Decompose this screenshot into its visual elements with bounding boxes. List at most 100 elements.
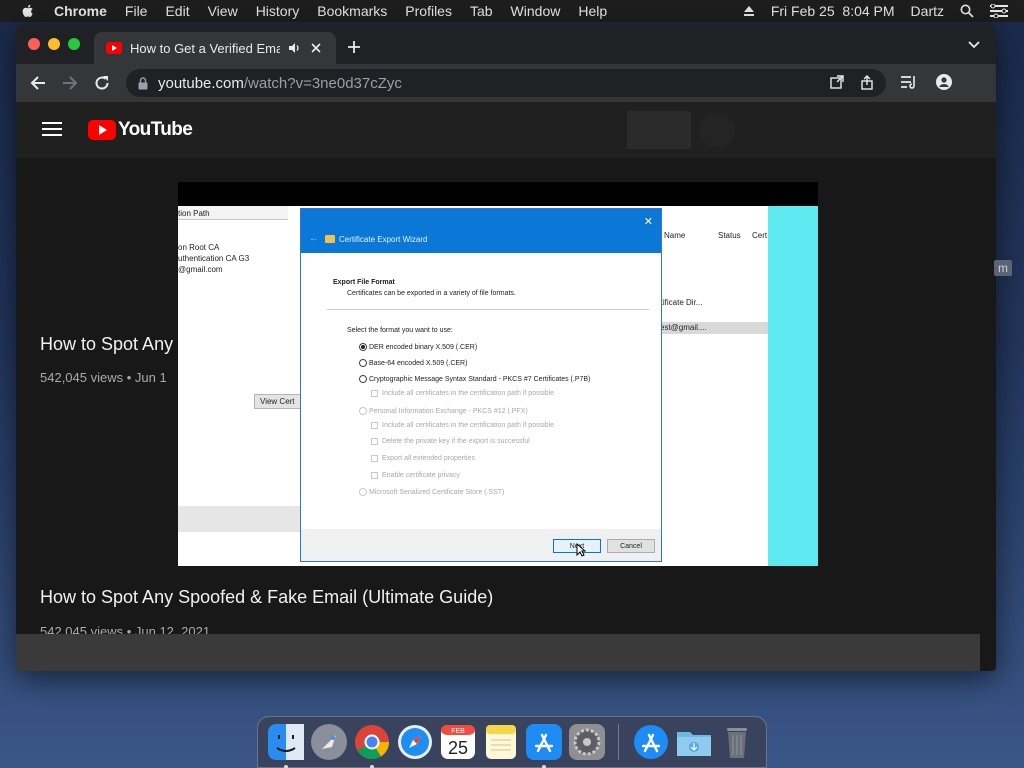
dock-separator <box>618 724 619 760</box>
background-video-meta: 542,045 views • Jun 1 <box>40 370 167 385</box>
menu-tab[interactable]: Tab <box>470 3 493 19</box>
wizard-cancel-button: Cancel <box>607 539 655 553</box>
radio-icon <box>359 375 367 383</box>
menu-view[interactable]: View <box>208 3 238 19</box>
certificate-icon <box>325 235 335 243</box>
spotlight-search-icon[interactable] <box>960 4 974 18</box>
background-video-title[interactable]: How to Spot Any <box>40 334 173 355</box>
wizard-heading: Export File Format <box>333 279 395 286</box>
menu-user[interactable]: Dartz <box>911 3 944 19</box>
certification-path-tab-label: tion Path <box>178 209 210 218</box>
video-player[interactable]: tion Path on Root CA uthentication CA G3… <box>178 182 818 566</box>
wizard-header <box>301 209 661 253</box>
option-base64-label: Base-64 encoded X.509 (.CER) <box>369 359 468 367</box>
url-path: /watch?v=3ne0d37cZyc <box>243 74 402 92</box>
menu-clock[interactable]: Fri Feb 25 8:04 PM <box>771 3 895 19</box>
browser-window: How to Get a Verified Email youtube.com … <box>16 24 996 671</box>
tab-strip: How to Get a Verified Email <box>16 24 996 64</box>
tab-close-icon[interactable] <box>311 43 321 53</box>
address-bar[interactable]: youtube.com/watch?v=3ne0d37cZyc <box>126 69 886 97</box>
calendar-icon[interactable]: FEB 25 <box>439 723 477 761</box>
menu-edit[interactable]: Edit <box>165 3 189 19</box>
option-pfx: Personal Information Exchange - PKCS #12… <box>359 407 528 415</box>
launchpad-icon[interactable] <box>310 723 348 761</box>
tab-youtube[interactable]: How to Get a Verified Email <box>94 32 336 64</box>
option-sst-label: Microsoft Serialized Certificate Store (… <box>369 488 505 496</box>
page-bottom-panel <box>16 634 980 671</box>
radio-icon <box>359 488 367 496</box>
chrome-icon[interactable] <box>353 723 391 768</box>
youtube-header: YouTube <box>16 102 996 158</box>
reload-icon[interactable] <box>94 75 110 91</box>
downloads-folder-icon[interactable] <box>675 723 713 761</box>
back-icon[interactable] <box>30 75 46 91</box>
video-frame[interactable]: tion Path on Root CA uthentication CA G3… <box>178 206 818 566</box>
cert-chain-line-3: @gmail.com <box>178 265 223 274</box>
menu-window[interactable]: Window <box>511 3 561 19</box>
wizard-title: Certificate Export Wizard <box>339 235 428 244</box>
menu-profiles[interactable]: Profiles <box>405 3 452 19</box>
app-store-icon[interactable] <box>525 723 563 768</box>
finder-icon[interactable] <box>267 723 305 768</box>
option-pkcs7-label: Cryptographic Message Syntax Standard - … <box>369 375 591 383</box>
menu-help[interactable]: Help <box>578 3 607 19</box>
column-status: Status <box>718 231 741 240</box>
checkbox-icon <box>371 422 378 429</box>
wizard-close-icon: ✕ <box>643 216 653 228</box>
menu-history[interactable]: History <box>256 3 300 19</box>
hamburger-menu-icon[interactable] <box>42 122 62 136</box>
tab-search-chevron-icon[interactable] <box>968 41 980 49</box>
menu-bookmarks[interactable]: Bookmarks <box>317 3 387 19</box>
column-name: Name <box>664 231 686 240</box>
app-store-download-icon[interactable] <box>632 723 670 761</box>
calendar-month: FEB <box>451 728 465 735</box>
dock: FEB 25 <box>257 716 767 768</box>
window-close-button[interactable] <box>28 38 40 50</box>
radio-selected-icon <box>359 343 367 351</box>
cert-row-1: rtificate Dir... <box>658 298 703 307</box>
option-pkcs7-include-label: Include all certificates in the certific… <box>382 390 554 397</box>
system-preferences-icon[interactable] <box>568 723 606 761</box>
menu-app-name[interactable]: Chrome <box>54 3 107 19</box>
checkbox-icon <box>371 455 378 462</box>
eject-icon[interactable] <box>743 5 755 17</box>
option-der-label: DER encoded binary X.509 (.CER) <box>369 343 478 351</box>
reading-list-icon[interactable] <box>900 74 918 95</box>
apple-menu-icon[interactable] <box>20 3 36 19</box>
control-center-icon[interactable] <box>990 4 1008 18</box>
menu-bar: Chrome File Edit View History Bookmarks … <box>0 0 1024 22</box>
share-icon[interactable] <box>860 75 874 94</box>
wizard-separator <box>327 309 649 310</box>
video-title: How to Spot Any Spoofed & Fake Email (Ul… <box>40 587 494 607</box>
notes-icon[interactable] <box>482 723 520 761</box>
format-prompt: Select the format you want to use: <box>347 327 453 334</box>
profile-icon[interactable] <box>936 74 952 95</box>
browser-toolbar: youtube.com/watch?v=3ne0d37cZyc <box>16 64 996 102</box>
option-pkcs7-include: Include all certificates in the certific… <box>371 390 554 397</box>
checkbox-icon <box>371 472 378 479</box>
youtube-favicon-icon <box>106 42 122 54</box>
forward-icon[interactable] <box>62 75 78 91</box>
certificate-export-wizard: ← Certificate Export Wizard ✕ Export Fil… <box>300 208 662 562</box>
tab-audio-icon[interactable] <box>288 42 301 54</box>
youtube-logo[interactable]: YouTube <box>88 119 193 141</box>
menu-file[interactable]: File <box>125 3 148 19</box>
calendar-day: 25 <box>447 738 467 758</box>
option-delete-key: Delete the private key if the export is … <box>371 438 530 445</box>
trash-icon[interactable] <box>718 723 756 761</box>
lock-icon[interactable] <box>138 76 148 90</box>
option-der: DER encoded binary X.509 (.CER) <box>359 343 477 351</box>
wizard-back-icon: ← <box>309 233 319 244</box>
safari-icon[interactable] <box>396 723 434 761</box>
new-tab-icon[interactable] <box>347 40 361 54</box>
tab-title: How to Get a Verified Email <box>130 40 280 56</box>
option-pfx-include-label: Include all certificates in the certific… <box>382 422 554 429</box>
window-minimize-button[interactable] <box>48 38 60 50</box>
youtube-page: YouTube How to Spot Any 542,045 views • … <box>16 102 996 671</box>
avatar[interactable] <box>699 112 735 148</box>
window-fullscreen-button[interactable] <box>68 38 80 50</box>
open-in-app-icon[interactable] <box>830 75 844 94</box>
youtube-play-logo-icon <box>88 120 116 140</box>
header-placeholder <box>627 111 691 149</box>
option-privacy-label: Enable certificate privacy <box>382 472 460 479</box>
